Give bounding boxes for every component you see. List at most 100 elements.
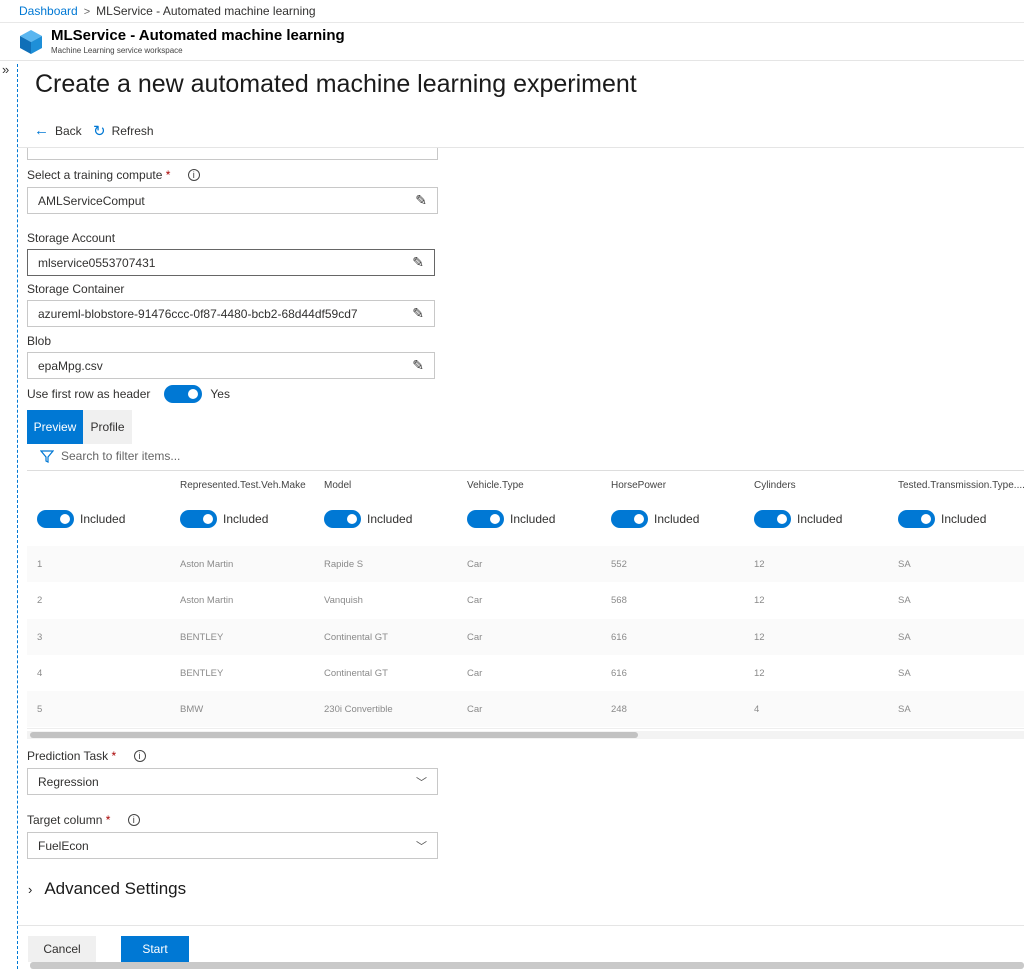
- table-cell: SA: [898, 704, 911, 716]
- breadcrumb-dashboard-link[interactable]: Dashboard: [19, 4, 78, 18]
- column-header[interactable]: HorsePower: [611, 480, 666, 491]
- column-header[interactable]: Represented.Test.Veh.Make: [180, 480, 306, 491]
- cancel-button[interactable]: Cancel: [28, 936, 96, 962]
- target-column-select[interactable]: FuelEcon ﹀: [27, 832, 438, 859]
- table-cell: 12: [754, 667, 765, 679]
- table-cell: 12: [754, 631, 765, 643]
- filter-box[interactable]: Search to filter items...: [40, 449, 180, 463]
- header-toggle-value: Yes: [210, 387, 230, 401]
- tab-profile[interactable]: Profile: [83, 410, 132, 444]
- table-cell: Continental GT: [324, 631, 388, 643]
- filter-placeholder: Search to filter items...: [61, 449, 181, 463]
- column-header[interactable]: Tested.Transmission.Type....: [898, 480, 1024, 491]
- column-include-toggle[interactable]: Included: [324, 510, 412, 528]
- blob-value: epaMpg.csv: [38, 358, 103, 373]
- toggle-knob: [60, 514, 70, 524]
- storage-account-field[interactable]: mlservice0553707431 ✎: [27, 249, 435, 276]
- blob-field[interactable]: epaMpg.csv ✎: [27, 352, 435, 379]
- refresh-icon: ↻: [93, 123, 106, 140]
- refresh-label: Refresh: [111, 124, 154, 138]
- included-label: Included: [80, 512, 126, 526]
- chevron-down-icon: ﹀: [416, 776, 427, 789]
- include-toggle-switch[interactable]: [754, 510, 791, 528]
- table-cell: Car: [467, 559, 483, 570]
- column-include-toggle[interactable]: Included: [467, 510, 555, 528]
- table-cell: SA: [898, 559, 911, 570]
- storage-container-field[interactable]: azureml-blobstore-91476ccc-0f87-4480-bcb…: [27, 300, 435, 327]
- table-cell: 4: [754, 704, 760, 716]
- chevron-down-icon: ﹀: [416, 840, 427, 853]
- info-icon[interactable]: i: [133, 750, 146, 762]
- prediction-task-select[interactable]: Regression ﹀: [27, 768, 438, 795]
- table-scrollbar-thumb[interactable]: [30, 732, 638, 738]
- pencil-icon[interactable]: ✎: [412, 254, 424, 271]
- column-header[interactable]: Vehicle.Type: [467, 480, 524, 491]
- column-header[interactable]: Model: [324, 480, 351, 491]
- column-include-toggle[interactable]: Included: [37, 510, 125, 528]
- compute-value: AMLServiceComput: [38, 193, 145, 208]
- table-row: [27, 618, 1024, 655]
- included-label: Included: [797, 512, 843, 526]
- scrolled-field-bottom: [27, 148, 438, 160]
- toggle-knob: [490, 514, 500, 524]
- table-cell: SA: [898, 667, 911, 679]
- include-toggle-switch[interactable]: [467, 510, 504, 528]
- breadcrumb-current: MLService - Automated machine learning: [96, 4, 316, 18]
- back-button[interactable]: ← Back: [34, 122, 82, 139]
- table-cell: BMW: [180, 704, 204, 716]
- header-toggle-row: Use first row as header Yes: [27, 385, 230, 403]
- table-cell: SA: [898, 595, 911, 607]
- table-cell: Vanquish: [324, 595, 363, 607]
- filter-icon: [40, 449, 54, 463]
- table-cell: 552: [611, 559, 627, 570]
- storage-container-label: Storage Container: [27, 282, 125, 296]
- advanced-settings-toggle[interactable]: › Advanced Settings: [28, 879, 186, 899]
- column-include-toggle[interactable]: Included: [611, 510, 699, 528]
- table-row: [27, 654, 1024, 691]
- column-include-toggle[interactable]: Included: [180, 510, 268, 528]
- table-cell: 568: [611, 595, 627, 607]
- pencil-icon[interactable]: ✎: [412, 357, 424, 374]
- table-top-border: [27, 470, 1024, 471]
- table-cell: 230i Convertible: [324, 704, 393, 716]
- include-toggle-switch[interactable]: [898, 510, 935, 528]
- toggle-knob: [921, 514, 931, 524]
- include-toggle-switch[interactable]: [611, 510, 648, 528]
- pencil-icon[interactable]: ✎: [415, 192, 427, 209]
- include-toggle-switch[interactable]: [324, 510, 361, 528]
- pencil-icon[interactable]: ✎: [412, 305, 424, 322]
- tab-preview[interactable]: Preview: [27, 410, 83, 444]
- refresh-button[interactable]: ↻ Refresh: [93, 122, 154, 140]
- included-label: Included: [510, 512, 556, 526]
- page-title: Create a new automated machine learning …: [35, 70, 637, 98]
- table-cell: 3: [37, 631, 43, 643]
- prediction-label-text: Prediction Task: [27, 749, 109, 763]
- include-toggle-switch[interactable]: [37, 510, 74, 528]
- page-horizontal-scrollbar[interactable]: [30, 962, 1024, 969]
- included-label: Included: [654, 512, 700, 526]
- toggle-knob: [188, 389, 199, 399]
- header-toggle[interactable]: [164, 385, 203, 403]
- include-toggle-switch[interactable]: [180, 510, 217, 528]
- advanced-settings-label: Advanced Settings: [44, 879, 187, 898]
- chevron-right-icon: ›: [28, 881, 33, 897]
- sidebar-rail: [17, 64, 18, 969]
- table-cell: BENTLEY: [180, 667, 224, 679]
- compute-field[interactable]: AMLServiceComput ✎: [27, 187, 438, 214]
- start-button[interactable]: Start: [121, 936, 189, 962]
- target-label: Target column * i: [27, 813, 140, 827]
- column-include-toggle[interactable]: Included: [898, 510, 986, 528]
- required-marker: *: [165, 168, 171, 182]
- table-cell: Car: [467, 595, 483, 607]
- expand-sidebar-icon[interactable]: »: [2, 62, 9, 77]
- column-include-toggle[interactable]: Included: [754, 510, 842, 528]
- table-cell: Car: [467, 667, 483, 679]
- breadcrumb-separator-icon: >: [83, 6, 91, 18]
- column-header[interactable]: Cylinders: [754, 480, 796, 491]
- prediction-value: Regression: [38, 774, 99, 789]
- required-marker: *: [105, 813, 111, 827]
- resource-subtitle: Machine Learning service workspace: [51, 46, 183, 55]
- target-label-text: Target column: [27, 813, 103, 827]
- info-icon[interactable]: i: [127, 814, 140, 826]
- info-icon[interactable]: i: [187, 169, 200, 181]
